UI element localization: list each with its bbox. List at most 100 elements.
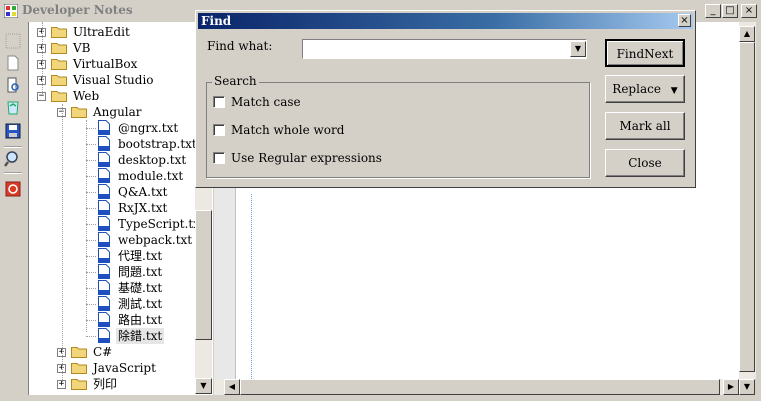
minimize-button[interactable]: _ — [705, 4, 721, 18]
tree-item-label[interactable]: bootstrap.txt — [116, 136, 199, 152]
regex-label[interactable]: Use Regular expressions — [231, 151, 382, 165]
tree-item-label[interactable]: Visual Studio — [71, 72, 156, 88]
tree-file-item[interactable]: 測試.txt — [29, 296, 195, 312]
tree-connector — [86, 192, 96, 193]
tree-folder-item[interactable]: + C# — [29, 344, 195, 360]
tree-folder-item[interactable]: − Web — [29, 88, 195, 104]
tree-item-label[interactable]: RxJX.txt — [116, 200, 169, 216]
tree-folder-item[interactable]: + Visual Studio — [29, 72, 195, 88]
match-case-checkbox[interactable] — [213, 96, 225, 108]
close-button[interactable]: Close — [605, 149, 685, 177]
find-dialog-titlebar: Find × — [198, 13, 693, 29]
tree-file-item[interactable]: 除錯.txt — [29, 328, 195, 344]
tree-file-item[interactable]: 代理.txt — [29, 248, 195, 264]
find-close-icon[interactable]: × — [678, 14, 691, 27]
dotted-icon[interactable] — [4, 32, 22, 50]
tree-connector — [86, 176, 96, 177]
folder-icon — [51, 75, 67, 86]
editor-vscroll-thumb[interactable] — [739, 42, 755, 372]
window-title: Developer Notes — [22, 3, 133, 17]
match-whole-word-label[interactable]: Match whole word — [231, 123, 344, 137]
find-next-button[interactable]: FindNext — [605, 39, 685, 67]
match-case-label[interactable]: Match case — [231, 95, 301, 109]
editor-scroll-left-button[interactable]: ◀ — [224, 379, 240, 395]
double-chevron-down-icon: ▼ — [670, 86, 678, 96]
tree-file-item[interactable]: bootstrap.txt — [29, 136, 197, 152]
tree-item-label[interactable]: UltraEdit — [71, 24, 132, 40]
tree-file-item[interactable]: webpack.txt — [29, 232, 195, 248]
editor-scroll-right-button[interactable]: ▶ — [723, 379, 739, 395]
replace-button[interactable]: Replace ▼ — [605, 75, 685, 103]
tree-folder-item[interactable]: + JavaScript — [29, 360, 195, 376]
folder-icon — [71, 347, 87, 358]
close-window-button[interactable]: × — [741, 4, 757, 18]
tree-guide-line — [86, 120, 87, 332]
tree-folder-item[interactable]: + 列印 — [29, 376, 195, 392]
print-preview-icon[interactable] — [4, 76, 22, 94]
find-what-combobox[interactable]: ▼ — [302, 39, 587, 59]
search-icon[interactable] — [4, 150, 22, 168]
tree-scroll-down-button[interactable]: ▼ — [195, 378, 212, 394]
tree-file-item[interactable]: module.txt — [29, 168, 195, 184]
tree-file-item[interactable]: desktop.txt — [29, 152, 195, 168]
tree-file-item[interactable]: 問題.txt — [29, 264, 195, 280]
tree-file-item[interactable]: 基礎.txt — [29, 280, 195, 296]
tree-file-item[interactable]: Q&A.txt — [29, 184, 195, 200]
tree-folder-item[interactable]: + VB — [29, 40, 195, 56]
chevron-down-icon[interactable]: ▼ — [570, 41, 586, 57]
tree-scrollbar-thumb[interactable] — [195, 210, 212, 340]
save-icon[interactable] — [4, 122, 22, 140]
text-file-icon — [98, 280, 110, 295]
editor-scroll-up-button[interactable]: ▲ — [739, 26, 755, 42]
match-whole-word-checkbox[interactable] — [213, 124, 225, 136]
maximize-button[interactable]: □ — [722, 4, 738, 18]
close-red-icon[interactable] — [4, 180, 22, 198]
text-file-icon — [98, 264, 110, 279]
tree-item-label[interactable]: 列印 — [91, 376, 119, 392]
tree-connector — [86, 336, 96, 337]
tree-item-label[interactable]: @ngrx.txt — [116, 120, 180, 136]
tree-item-label[interactable]: 代理.txt — [116, 248, 164, 264]
editor-hscrollbar[interactable]: ◀ ▶ — [214, 379, 739, 395]
regex-checkbox[interactable] — [213, 152, 225, 164]
tree-connector — [86, 144, 96, 145]
tree-folder-item[interactable]: − Angular — [29, 104, 195, 120]
tree-item-label[interactable]: 路由.txt — [116, 312, 164, 328]
folder-icon — [51, 59, 67, 70]
tree-item-label[interactable]: Web — [71, 88, 101, 104]
tree-folder-item[interactable]: + UltraEdit — [29, 24, 195, 40]
tree-file-item[interactable]: TypeScript.txt — [29, 216, 205, 232]
editor-vscrollbar[interactable]: ▲ — [739, 22, 756, 379]
mark-all-button[interactable]: Mark all — [605, 112, 685, 140]
recycle-icon[interactable] — [4, 98, 22, 116]
tree-file-item[interactable]: RxJX.txt — [29, 200, 195, 216]
tree-item-label[interactable]: 測試.txt — [116, 296, 164, 312]
folder-icon — [51, 27, 67, 38]
tree-item-label[interactable]: module.txt — [116, 168, 185, 184]
tree-folder-item[interactable]: + VirtualBox — [29, 56, 195, 72]
tree-item-label[interactable]: C# — [91, 344, 114, 360]
tree-item-label[interactable]: JavaScript — [91, 360, 158, 376]
tree-item-label[interactable]: webpack.txt — [116, 232, 194, 248]
folder-icon — [51, 91, 67, 102]
tree-item-label[interactable]: 問題.txt — [116, 264, 164, 280]
tree-file-item[interactable]: 路由.txt — [29, 312, 195, 328]
tree-connector — [86, 288, 96, 289]
text-file-icon — [98, 152, 110, 167]
tree-file-item[interactable]: @ngrx.txt — [29, 120, 195, 136]
find-next-label: FindNext — [616, 47, 674, 61]
tree-connector — [86, 272, 96, 273]
app-icon — [4, 4, 18, 18]
tree-item-label[interactable]: desktop.txt — [116, 152, 188, 168]
tree-item-label[interactable]: VB — [71, 40, 92, 56]
folder-icon — [71, 363, 87, 374]
tree-item-label[interactable]: 除錯.txt — [116, 328, 165, 344]
tree-item-label[interactable]: Q&A.txt — [116, 184, 169, 200]
tree-item-label[interactable]: VirtualBox — [71, 56, 139, 72]
tree-item-label[interactable]: TypeScript.txt — [116, 216, 207, 232]
tree-item-label[interactable]: Angular — [91, 104, 144, 120]
tree-item-label[interactable]: 基礎.txt — [116, 280, 164, 296]
editor-hscroll-thumb[interactable] — [240, 379, 720, 395]
editor-scroll-down-button[interactable]: ▼ — [739, 379, 755, 395]
new-document-icon[interactable] — [4, 54, 22, 72]
